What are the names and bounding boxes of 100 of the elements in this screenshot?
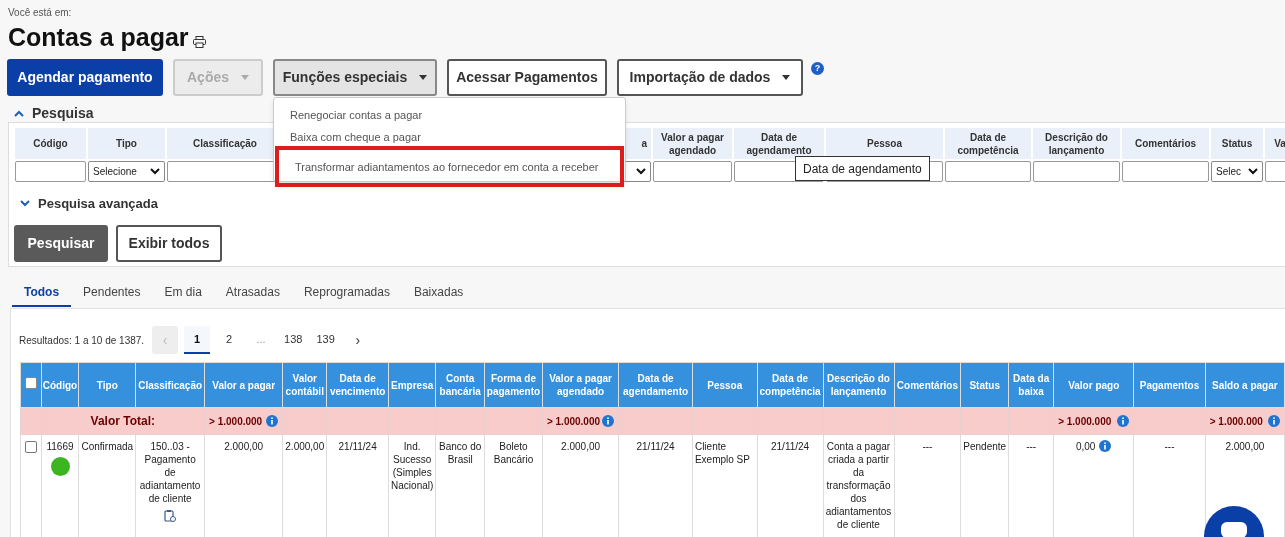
toolbar-button[interactable]: Importação de dados bbox=[617, 59, 803, 96]
table-cell: Cliente Exemplo SP bbox=[694, 441, 750, 465]
column-header: Valor a pagar agendado bbox=[542, 362, 619, 408]
total-value: > 1.000.000 bbox=[1058, 414, 1112, 429]
results-text: Resultados: 1 a 10 de 1387. bbox=[19, 333, 145, 348]
toolbar-button[interactable]: Funções especiais bbox=[273, 59, 437, 96]
select-field[interactable]: Selec bbox=[1211, 161, 1263, 182]
info-icon bbox=[602, 415, 615, 427]
checkbox[interactable] bbox=[24, 377, 37, 389]
table-cell: Ind. Sucesso (Simples Nacional) bbox=[391, 441, 434, 491]
column-header: Valor pago bbox=[1053, 362, 1134, 408]
section-title: Pesquisa avançada bbox=[38, 195, 158, 213]
total-value: > 1.000.000 bbox=[546, 414, 601, 429]
filter-header: Comentários bbox=[1122, 128, 1209, 159]
column-header: Conta bancária bbox=[435, 362, 485, 408]
tab[interactable]: Pendentes bbox=[71, 278, 153, 307]
column-header: Data de competência bbox=[757, 362, 824, 408]
breadcrumb: Você está em: bbox=[8, 6, 73, 20]
table-cell: 11669 bbox=[46, 440, 74, 453]
page-link[interactable]: 1 bbox=[184, 326, 211, 354]
column-header: Classificação bbox=[135, 362, 205, 408]
column-header: Valor a pagar bbox=[204, 362, 283, 408]
checkbox[interactable] bbox=[24, 441, 37, 453]
page-link[interactable]: 139 bbox=[312, 326, 339, 354]
filter-header: Descrição do lançamento bbox=[1033, 128, 1120, 159]
column-header: Código bbox=[41, 362, 79, 408]
total-value: > 1.000.000 bbox=[209, 414, 263, 429]
table-cell-text: 150..03 - Pagamento de adiantamento de cliente bbox=[138, 440, 202, 505]
page-title: Contas a pagar bbox=[8, 22, 189, 53]
table-cell: Confirmada bbox=[81, 441, 134, 452]
filter-header: Data de competência bbox=[945, 128, 1031, 159]
column-header: Data de agendamento bbox=[618, 362, 693, 408]
table-cell: Conta a pagar criada a partir da transformação dos adiantamentos de cliente bbox=[825, 441, 892, 530]
table-cell: Banco do Brasil bbox=[439, 441, 482, 465]
column-header: Data da baixa bbox=[1008, 362, 1054, 408]
filter-header: Valor a pagar agendado bbox=[653, 128, 732, 159]
page-link[interactable]: 138 bbox=[280, 326, 307, 354]
chevron-icon bbox=[1248, 168, 1258, 175]
help-icon[interactable]: ? bbox=[811, 62, 824, 75]
tab[interactable]: Baixadas bbox=[401, 278, 476, 307]
table-cell: 21/11/24 bbox=[338, 441, 377, 452]
column-header: Comentários bbox=[894, 362, 961, 408]
table-cell: --- bbox=[922, 441, 933, 452]
column-header: Status bbox=[960, 362, 1009, 408]
section-title: Pesquisa bbox=[32, 104, 94, 123]
column-header: Forma de pagamento bbox=[484, 362, 543, 408]
select-field[interactable]: Selecione bbox=[88, 161, 165, 182]
column-header: Tipo bbox=[79, 362, 136, 408]
info-icon bbox=[1099, 440, 1112, 452]
menu-item[interactable]: Renegociar contas a pagar bbox=[274, 104, 625, 126]
table-cell: 21/11/24 bbox=[636, 441, 675, 452]
chevron-icon bbox=[636, 168, 646, 175]
input-field[interactable] bbox=[15, 161, 86, 182]
tooltip: Data de agendamento bbox=[795, 156, 930, 181]
collapse-icon[interactable] bbox=[14, 110, 24, 117]
table-cell: 2.000,00 bbox=[285, 441, 325, 452]
filter-header: Va bbox=[1265, 128, 1285, 159]
table-cell: Boleto Bancário bbox=[493, 441, 534, 465]
expand-icon[interactable] bbox=[20, 200, 30, 208]
toolbar-button[interactable]: Acessar Pagamentos bbox=[447, 59, 607, 96]
total-value: > 1.000.000 bbox=[1209, 414, 1263, 429]
column-header: Valor contábil bbox=[282, 362, 327, 408]
table-cell: --- bbox=[1026, 441, 1037, 452]
filter-header: Código bbox=[15, 128, 86, 159]
column-header: Empresa bbox=[388, 362, 436, 408]
table-cell: 2.000,00 bbox=[561, 441, 601, 452]
table-cell: Pendente bbox=[963, 441, 1007, 452]
info-icon bbox=[266, 415, 279, 427]
input-field[interactable] bbox=[945, 161, 1031, 182]
menu-item[interactable]: Transformar adiantamentos ao fornecedor em conta a receber bbox=[275, 146, 624, 187]
table-cell: 21/11/24 bbox=[771, 441, 810, 452]
filter-header: Tipo bbox=[88, 128, 165, 159]
chevron-icon bbox=[150, 168, 160, 175]
tab[interactable]: Atrasadas bbox=[213, 278, 292, 307]
print-icon[interactable] bbox=[192, 36, 206, 48]
column-header: Pessoa bbox=[692, 362, 758, 408]
table-cell: 0,00 bbox=[1075, 440, 1096, 453]
action-button[interactable]: Exibir todos bbox=[116, 225, 222, 262]
tab[interactable]: Reprogramadas bbox=[291, 278, 402, 307]
info-icon bbox=[1117, 415, 1130, 427]
page-link[interactable]: 2 bbox=[216, 326, 243, 354]
table-cell: 2.000,00 bbox=[1225, 441, 1265, 452]
column-header: Saldo a pagar bbox=[1205, 362, 1285, 408]
info-icon bbox=[1268, 415, 1280, 427]
clipboard-icon[interactable] bbox=[164, 509, 177, 522]
input-field[interactable] bbox=[1122, 161, 1209, 182]
total-label: Valor Total: bbox=[90, 414, 155, 428]
filter-header: Status bbox=[1211, 128, 1263, 159]
input-field[interactable] bbox=[653, 161, 732, 182]
column-header: Pagamentos bbox=[1133, 362, 1206, 408]
input-field[interactable] bbox=[1033, 161, 1120, 182]
table-cell: 2.000,00 bbox=[224, 441, 264, 452]
tab[interactable]: Em dia bbox=[152, 278, 214, 307]
column-header: Data de vencimento bbox=[326, 362, 389, 408]
column-header: Descrição do lançamento bbox=[823, 362, 894, 408]
next-page-button[interactable]: › bbox=[344, 326, 371, 354]
toolbar-button[interactable]: Agendar pagamento bbox=[7, 59, 163, 96]
action-button[interactable]: Pesquisar bbox=[14, 225, 108, 262]
filter-header: Data de agendamento bbox=[734, 128, 824, 159]
table-cell: --- bbox=[1164, 441, 1175, 452]
